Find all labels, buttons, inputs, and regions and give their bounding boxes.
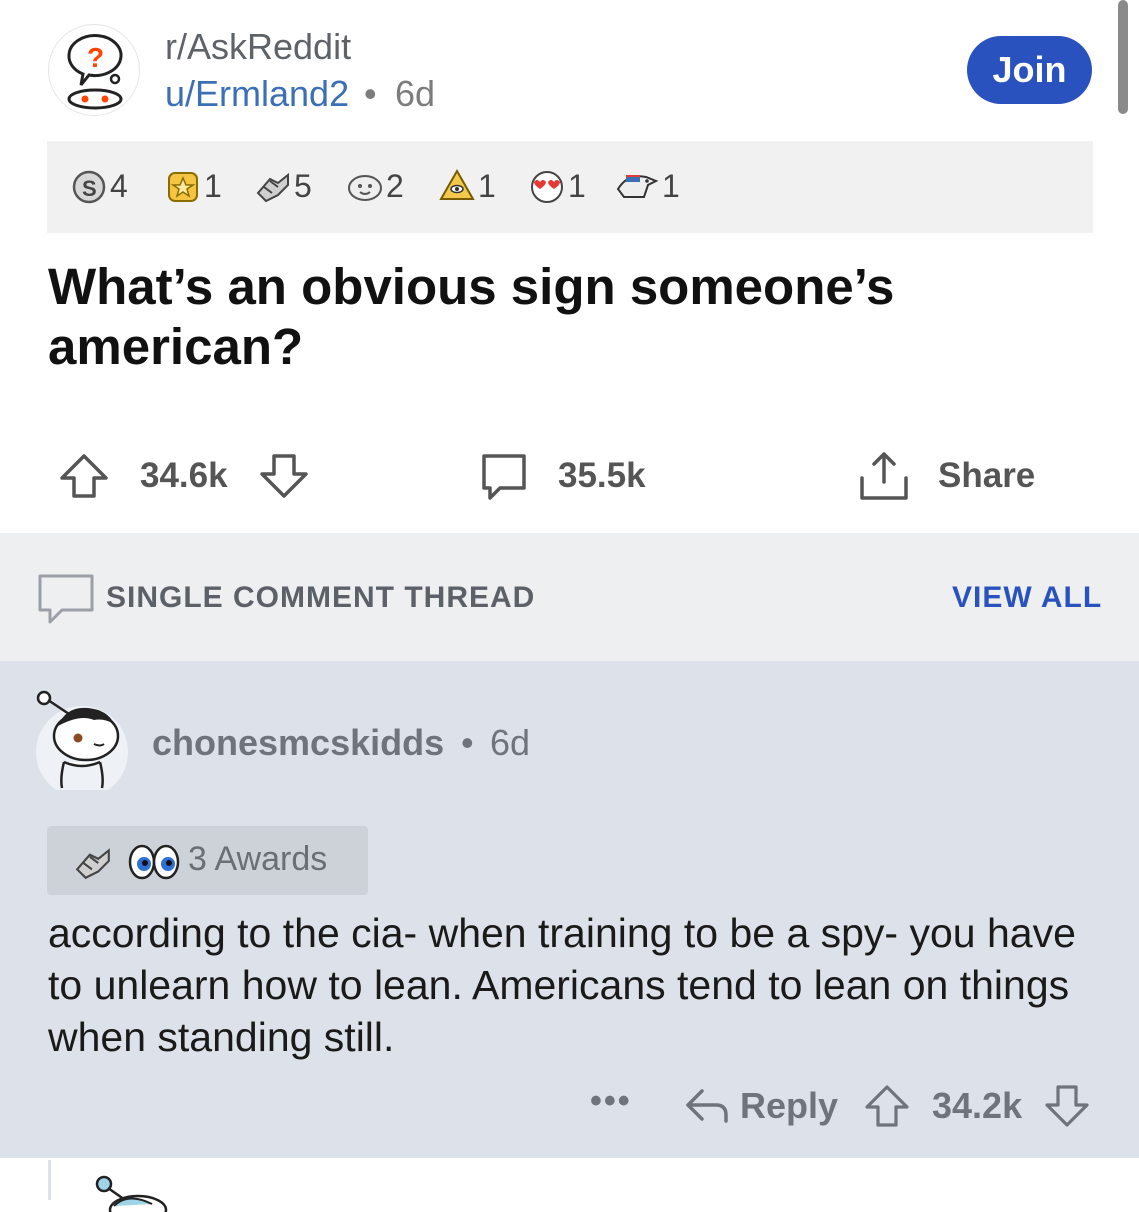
- award-item[interactable]: 1: [614, 166, 680, 206]
- svg-text:S: S: [82, 176, 97, 201]
- post-author[interactable]: u/Ermland2: [165, 73, 349, 115]
- take-my-energy-award-icon: [256, 172, 289, 203]
- commenter-avatar[interactable]: [34, 690, 130, 798]
- take-my-energy-award-icon: [75, 848, 110, 880]
- comment-body: according to the cia- when training to b…: [48, 910, 1076, 1060]
- award-count: 5: [294, 167, 312, 204]
- downvote-icon[interactable]: [256, 448, 312, 504]
- silver-award-icon: S: [72, 170, 106, 204]
- meta-separator: •: [461, 722, 474, 763]
- award-count: 1: [568, 167, 586, 204]
- post-title[interactable]: What’s an obvious sign someone’s america…: [48, 257, 1028, 377]
- meta-separator: •: [364, 73, 377, 114]
- more-options-button[interactable]: •••: [590, 1082, 632, 1121]
- reply-label: Reply: [740, 1085, 839, 1126]
- award-count: 1: [204, 167, 222, 204]
- join-button[interactable]: Join: [967, 36, 1092, 104]
- comments-button[interactable]: 35.5k: [476, 448, 646, 504]
- comment-author[interactable]: chonesmcskidds: [152, 722, 444, 764]
- eyes-award-icon: [128, 844, 180, 880]
- svg-text:?: ?: [87, 42, 104, 73]
- award-count: 2: [386, 167, 404, 204]
- award-item[interactable]: 1: [438, 166, 496, 206]
- comment-icon: [482, 454, 526, 500]
- wholesome-award-icon: [348, 175, 382, 201]
- heart-eyes-award-icon: [531, 171, 563, 203]
- post-vote-count: 34.6k: [140, 456, 228, 495]
- subreddit-avatar[interactable]: ?: [48, 24, 140, 116]
- award-item[interactable]: 1: [528, 166, 586, 206]
- award-item[interactable]: S 4: [70, 166, 128, 206]
- snoo-avatar-icon: [36, 690, 128, 798]
- scrollbar[interactable]: [1118, 0, 1128, 114]
- subreddit-name[interactable]: r/AskReddit: [165, 26, 351, 68]
- post-age: 6d: [395, 73, 436, 114]
- comment-vote-count: 34.2k: [932, 1085, 1023, 1126]
- post-vote-controls: 34.6k: [56, 448, 312, 504]
- illuminati-award-icon: [439, 168, 475, 200]
- thread-line: [48, 1160, 51, 1200]
- award-count: 1: [662, 167, 680, 204]
- eagle-award-icon: [616, 175, 659, 198]
- award-count: 4: [110, 167, 128, 204]
- award-item[interactable]: 2: [346, 166, 404, 206]
- view-all-link[interactable]: VIEW ALL: [952, 581, 1102, 615]
- award-item[interactable]: 5: [254, 166, 312, 206]
- award-count: 1: [478, 167, 496, 204]
- awards-count-label: 3 Awards: [188, 840, 328, 878]
- downvote-icon[interactable]: [1042, 1081, 1092, 1131]
- share-icon: [860, 452, 908, 500]
- comment-age: 6d: [490, 722, 531, 763]
- reply-button[interactable]: Reply: [682, 1080, 838, 1132]
- share-label: Share: [938, 456, 1036, 495]
- reply-icon: [686, 1089, 728, 1123]
- upvote-icon[interactable]: [56, 448, 112, 504]
- helpful-award-icon: [168, 172, 198, 202]
- snoo-avatar-icon: [95, 1175, 168, 1212]
- comment-count: 35.5k: [558, 456, 646, 495]
- single-comment-thread-label: SINGLE COMMENT THREAD: [106, 581, 536, 614]
- share-button[interactable]: Share: [856, 448, 1035, 504]
- award-item[interactable]: 1: [164, 166, 222, 206]
- upvote-icon[interactable]: [862, 1081, 912, 1131]
- askreddit-logo-icon: ?: [67, 34, 123, 110]
- comment-icon: [38, 574, 94, 624]
- comment-vote-controls: 34.2k: [862, 1080, 1092, 1132]
